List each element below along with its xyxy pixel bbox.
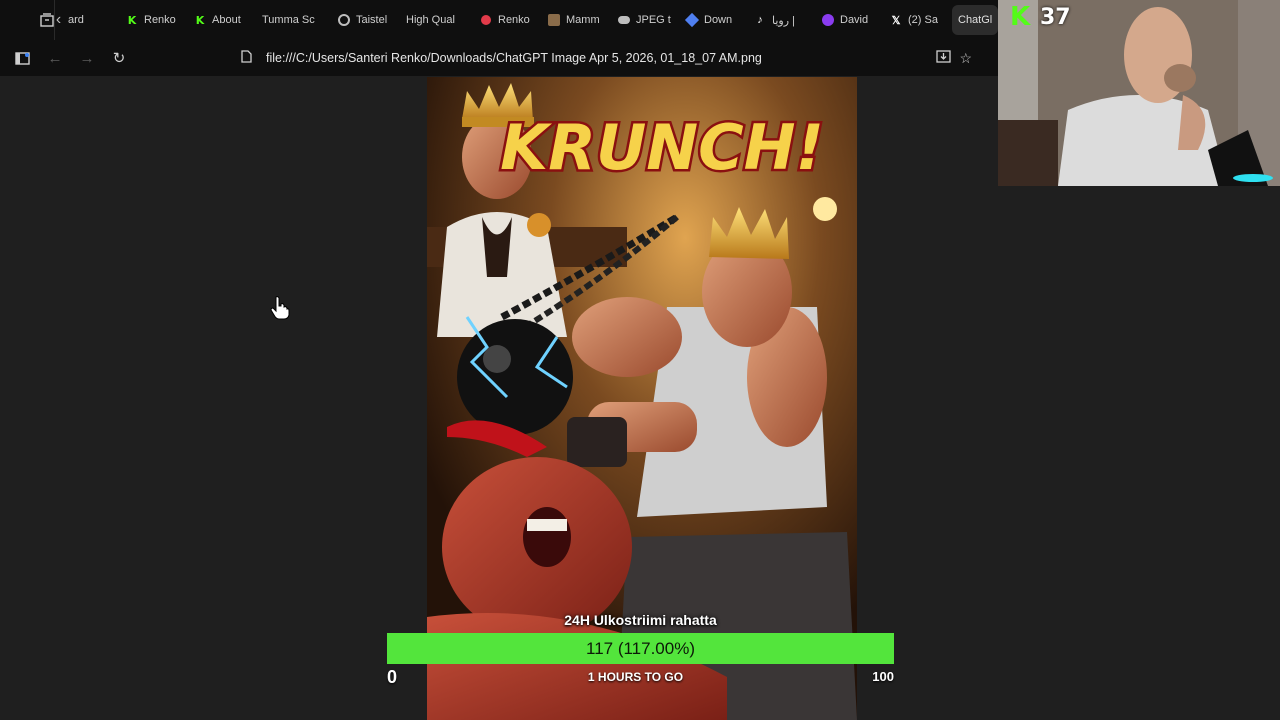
- tab-label: (2) Sa: [908, 14, 938, 26]
- tab-actions-icon[interactable]: [40, 0, 54, 40]
- screen: ‹ ard K Renko K About Tumma Sc Taistel High Qua…: [0, 0, 1280, 720]
- browser-tab[interactable]: JPEG t: [612, 5, 678, 35]
- file-icon: [236, 50, 256, 66]
- address-url[interactable]: file:///C:/Users/Santeri Renko/Downloads…: [266, 51, 762, 65]
- address-bar[interactable]: file:///C:/Users/Santeri Renko/Downloads…: [236, 44, 972, 72]
- tab-label: JPEG t: [636, 14, 671, 26]
- kick-logo-icon: K: [1010, 2, 1031, 32]
- goal-max-label: 100: [872, 669, 894, 684]
- back-button[interactable]: ←: [39, 42, 71, 74]
- bookmark-star-icon[interactable]: ☆: [959, 50, 972, 67]
- tab-label: Down: [704, 14, 733, 26]
- browser-tab[interactable]: David: [816, 5, 882, 35]
- tab-label: About: [212, 14, 241, 26]
- browser-tab[interactable]: ChatGl: [952, 5, 998, 35]
- browser-tab[interactable]: Renko: [474, 5, 540, 35]
- tab-strip: ‹ ard K Renko K About Tumma Sc Taistel High Qua…: [0, 0, 1000, 40]
- tab-label: David: [840, 14, 869, 26]
- tab-label: Renko: [144, 14, 176, 26]
- blue-icon: [684, 12, 700, 28]
- navigation-toolbar: ← → ↻ file:///C:/Users/Santeri Renko/Dow…: [0, 40, 1000, 76]
- kick-icon: K: [127, 13, 137, 27]
- red-icon: [480, 14, 492, 26]
- viewer-count: 37: [1040, 4, 1071, 30]
- tab-label: Renko: [498, 14, 530, 26]
- tab-label: Taistel: [356, 14, 388, 26]
- kick-viewer-badge: K 37: [1010, 4, 1071, 30]
- goal-time-remaining: 1 HOURS TO GO: [587, 670, 684, 684]
- reload-button[interactable]: ↻: [103, 42, 135, 74]
- browser-tab[interactable]: High Qual: [400, 5, 472, 35]
- tab-label: رويا |: [772, 14, 795, 27]
- tab-label: ChatGl: [958, 14, 992, 26]
- stream-goal-widget: 24H Ulkostriimi rahatta 117 (117.00%) 0 …: [387, 612, 894, 688]
- browser-tab[interactable]: K Renko: [120, 5, 186, 35]
- browser-tab[interactable]: Taistel: [332, 5, 398, 35]
- tab-scroll-left-icon[interactable]: ‹: [54, 0, 62, 40]
- tab-label: Tumma Sc: [262, 14, 315, 26]
- tab-label: Mamm: [566, 14, 600, 26]
- purple-icon: [822, 14, 834, 26]
- circle-icon: [338, 14, 350, 26]
- lamp: [813, 197, 837, 221]
- browser-tab[interactable]: Down: [680, 5, 746, 35]
- tab-label: ard: [68, 14, 84, 26]
- browser-tab[interactable]: ♪ رويا |: [748, 5, 814, 35]
- tiktok-icon: ♪: [757, 14, 763, 26]
- goal-value: 117 (117.00%): [586, 639, 695, 658]
- image-icon: [548, 14, 560, 26]
- forward-button[interactable]: →: [71, 42, 103, 74]
- comic-headline: KRUNCH!: [500, 111, 824, 184]
- x-icon: 𝕏: [891, 14, 901, 27]
- kick-icon: K: [195, 13, 205, 27]
- goal-title: 24H Ulkostriimi rahatta: [564, 612, 717, 628]
- sidebar-toggle-icon[interactable]: [6, 42, 38, 74]
- browser-tab[interactable]: 𝕏 (2) Sa: [884, 5, 950, 35]
- browser-tab[interactable]: Tumma Sc: [256, 5, 330, 35]
- browser-tab[interactable]: Mamm: [542, 5, 610, 35]
- cloud-icon: [618, 14, 630, 26]
- tab-label: High Qual: [406, 14, 455, 26]
- browser-tab[interactable]: ard: [62, 5, 118, 35]
- hand-cursor-icon: [270, 296, 290, 320]
- install-app-icon[interactable]: [936, 50, 952, 66]
- browser-tab[interactable]: K About: [188, 5, 254, 35]
